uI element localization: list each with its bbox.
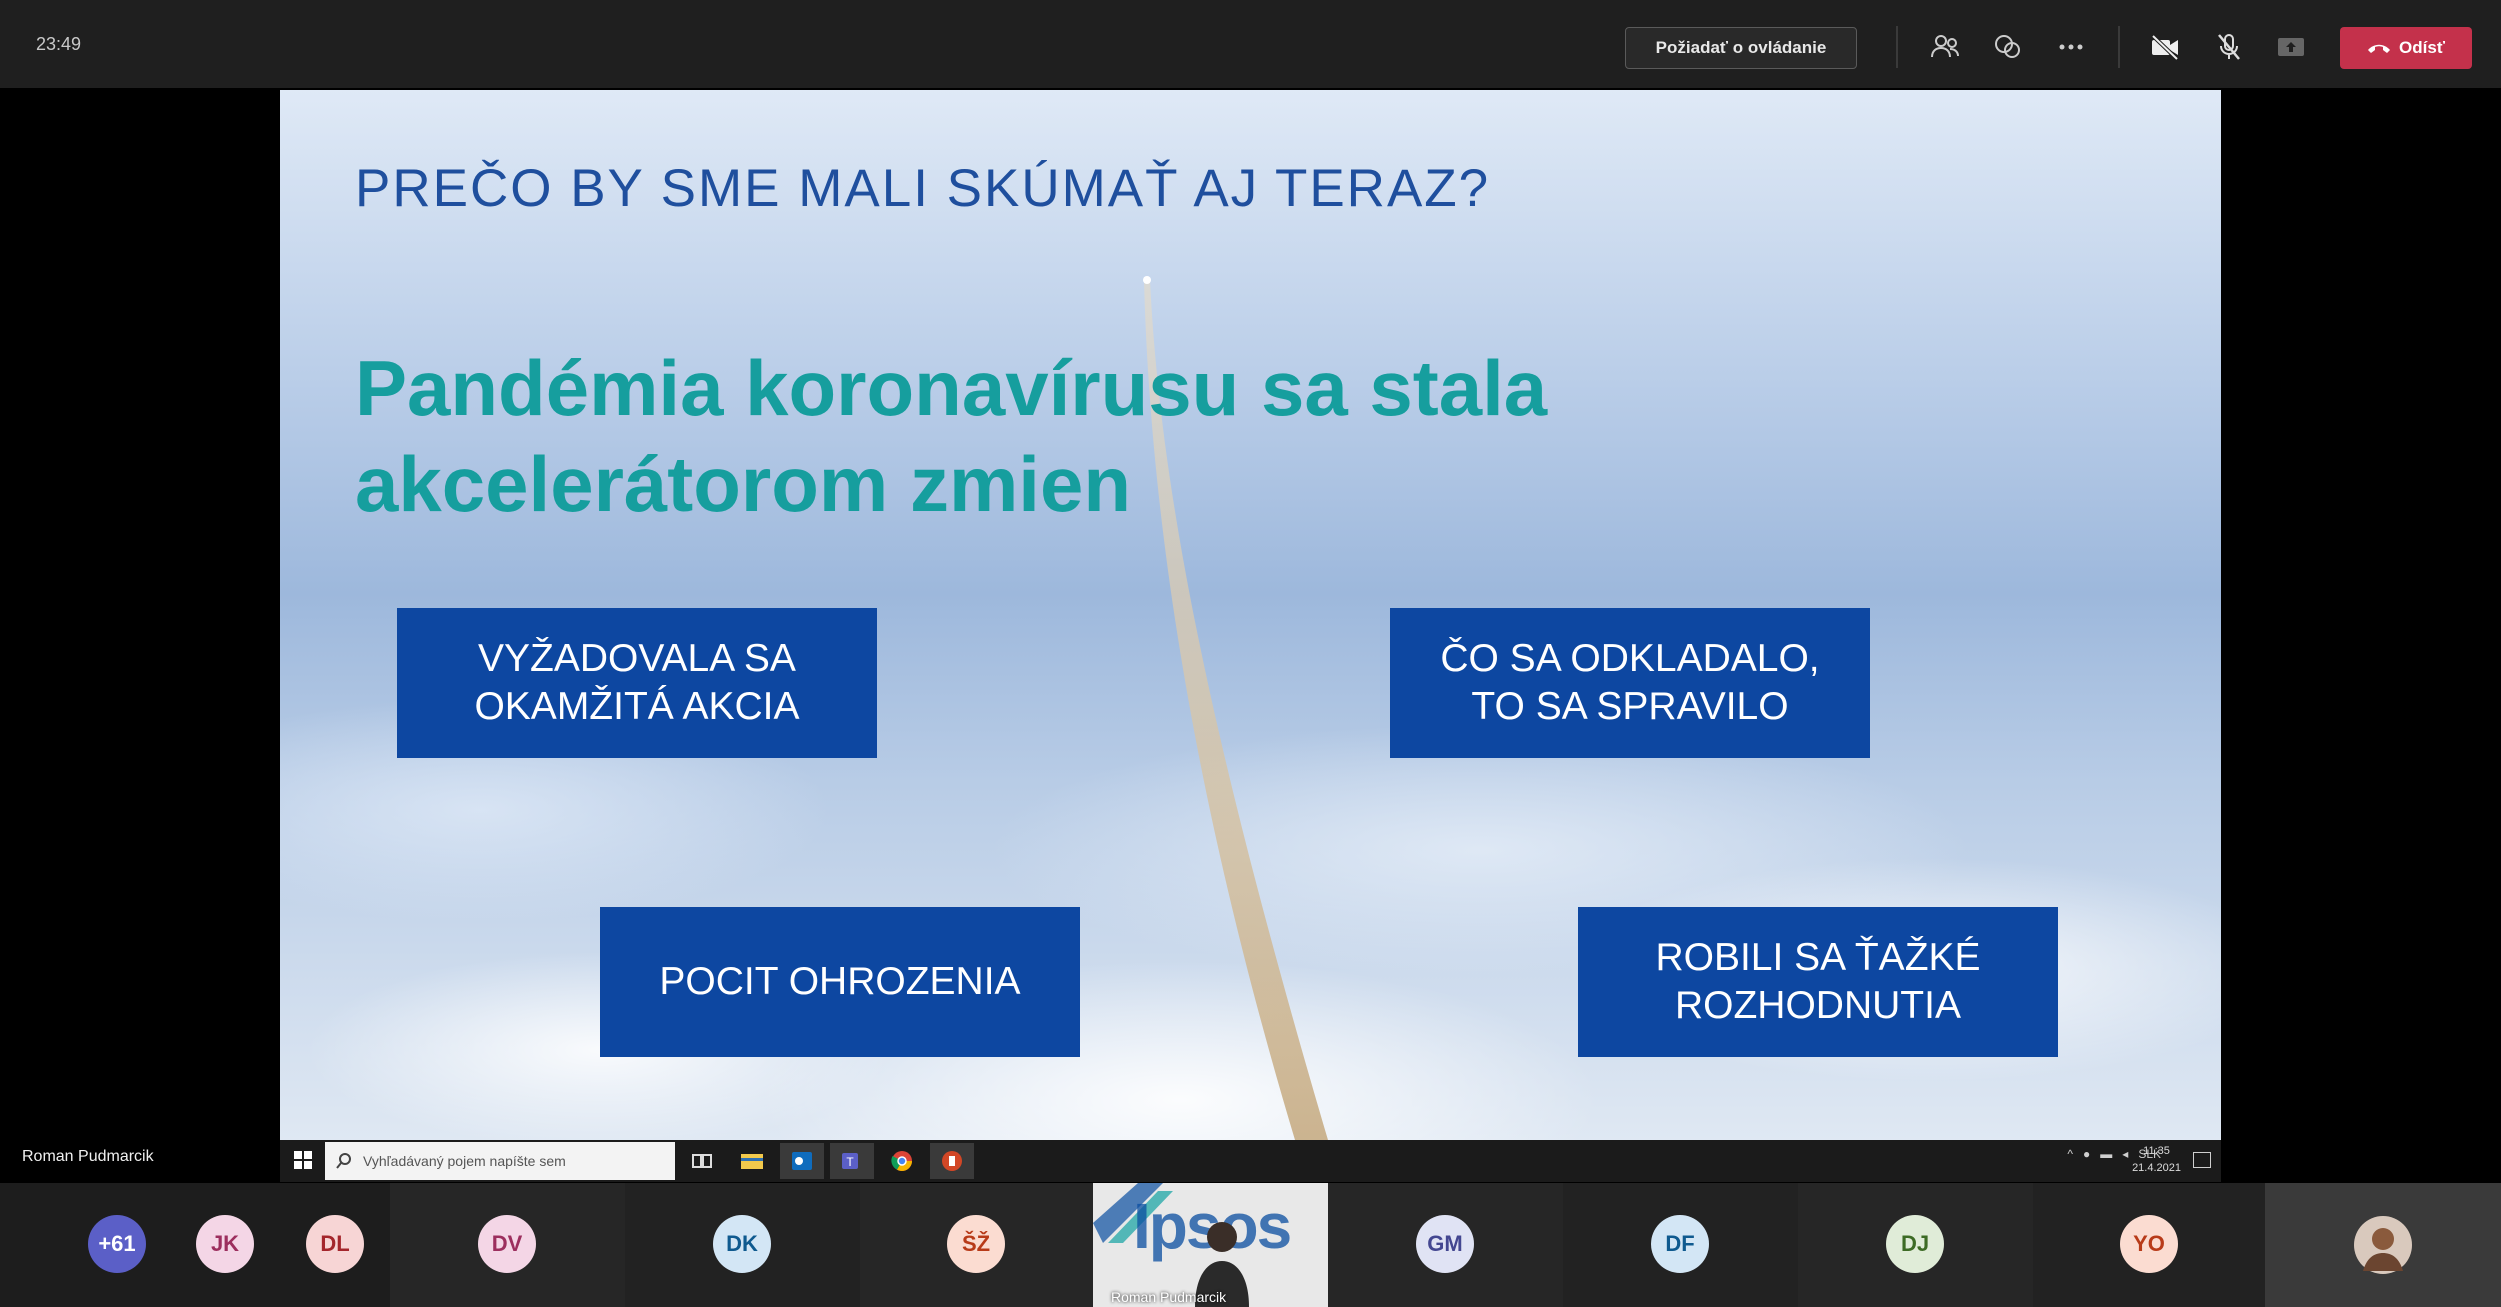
- mic-icon[interactable]: ●: [2083, 1147, 2090, 1161]
- toolbar-divider: [1896, 26, 1898, 68]
- task-view-icon[interactable]: [680, 1143, 724, 1179]
- slide-box-threat: POCIT OHROZENIA: [600, 907, 1080, 1057]
- meeting-timer: 23:49: [36, 34, 82, 54]
- presentation-slide: PREČO BY SME MALI SKÚMAŤ AJ TERAZ? Pandé…: [280, 90, 2221, 1140]
- headline-line: Pandémia koronavírusu sa stala: [355, 344, 1548, 432]
- teams-icon[interactable]: T: [830, 1143, 874, 1179]
- mic-off-icon[interactable]: [2212, 30, 2246, 64]
- slide-box-hard-decisions: ROBILI SA ŤAŽKÉ ROZHODNUTIA: [1578, 907, 2058, 1057]
- leave-label: Odísť: [2399, 38, 2445, 57]
- meeting-top-bar: 23:49 Požiadať o ovládanie Odísť: [0, 0, 2501, 88]
- slide-headline: Pandémia koronavírusu sa stala akcelerát…: [355, 340, 1547, 532]
- search-icon: [336, 1153, 351, 1169]
- box-line: VYŽADOVALA SA: [478, 637, 796, 680]
- windows-start-icon[interactable]: [294, 1151, 312, 1174]
- presenter-name-label: Roman Pudmarcik: [22, 1148, 154, 1165]
- participant-avatar[interactable]: DF: [1651, 1215, 1709, 1273]
- avatar-initials: GM: [1427, 1231, 1463, 1256]
- hang-up-icon: [2368, 44, 2391, 53]
- request-control-button[interactable]: Požiadať o ovládanie: [1625, 27, 1857, 69]
- avatar-initials: DV: [491, 1231, 523, 1256]
- avatar-initials: ŠŽ: [961, 1231, 991, 1256]
- avatar-initials: DF: [1665, 1231, 1695, 1256]
- more-options-icon[interactable]: [2054, 30, 2088, 64]
- windows-taskbar: Vyhľadávaný pojem napíšte sem T ^ ● ▬ ◂ …: [280, 1140, 2221, 1182]
- svg-text:T: T: [846, 1155, 854, 1169]
- avatar-initials: DL: [320, 1231, 350, 1256]
- box-line: TO SA SPRAVILO: [1471, 685, 1789, 728]
- box-line: ROZHODNUTIA: [1674, 984, 1961, 1027]
- clock-date: 21.4.2021: [2132, 1162, 2181, 1174]
- participant-avatar[interactable]: DJ: [1886, 1215, 1944, 1273]
- participant-avatar[interactable]: ŠŽ: [947, 1215, 1005, 1273]
- participant-avatar[interactable]: YO: [2120, 1215, 2178, 1273]
- participant-avatar[interactable]: GM: [1416, 1215, 1474, 1273]
- powerpoint-icon[interactable]: [930, 1143, 974, 1179]
- outlook-icon[interactable]: [780, 1143, 824, 1179]
- box-line: ROBILI SA ŤAŽKÉ: [1655, 936, 1981, 979]
- system-clock[interactable]: 11:35 21.4.2021: [2132, 1143, 2181, 1177]
- participants-icon[interactable]: [1928, 30, 1962, 64]
- presenter-video-tile[interactable]: Ipsos Roman Pudmarcik: [1093, 1183, 1328, 1307]
- headline-line: akcelerátorom zmien: [355, 440, 1132, 528]
- network-icon[interactable]: ▬: [2100, 1147, 2112, 1161]
- avatar-initials: JK: [210, 1231, 240, 1256]
- share-screen-icon[interactable]: [2274, 30, 2308, 64]
- box-line: POCIT OHROZENIA: [659, 960, 1021, 1003]
- box-line: ČO SA ODKLADALO,: [1440, 637, 1820, 680]
- volume-icon[interactable]: ◂: [2122, 1147, 2128, 1161]
- participant-gallery: +61 JK DL DV DK ŠŽ GM DF DJ YO Ipsos Rom…: [0, 1183, 2501, 1307]
- participant-avatar[interactable]: +61: [88, 1215, 146, 1273]
- participant-avatar[interactable]: DL: [306, 1215, 364, 1273]
- self-video-tile[interactable]: [2265, 1183, 2501, 1307]
- chat-icon[interactable]: [1991, 30, 2025, 64]
- chrome-icon[interactable]: [880, 1143, 924, 1179]
- chevron-up-icon[interactable]: ^: [2067, 1147, 2073, 1161]
- windows-search-box[interactable]: Vyhľadávaný pojem napíšte sem: [325, 1142, 675, 1180]
- avatar-initials: +61: [98, 1231, 136, 1256]
- avatar-initials: DJ: [1900, 1231, 1930, 1256]
- camera-off-icon[interactable]: [2148, 30, 2182, 64]
- leave-button[interactable]: Odísť: [2340, 27, 2472, 69]
- avatar-initials: YO: [2133, 1231, 2165, 1256]
- file-explorer-icon[interactable]: [730, 1143, 774, 1179]
- notification-icon[interactable]: [2193, 1152, 2211, 1168]
- slide-box-postponed-done: ČO SA ODKLADALO, TO SA SPRAVILO: [1390, 608, 1870, 758]
- video-tile-name: Roman Pudmarcik: [1111, 1289, 1227, 1305]
- participant-avatar[interactable]: JK: [196, 1215, 254, 1273]
- self-avatar: [2354, 1216, 2412, 1274]
- clock-time: 11:35: [2143, 1145, 2170, 1157]
- participant-avatar[interactable]: DK: [713, 1215, 771, 1273]
- slide-title: PREČO BY SME MALI SKÚMAŤ AJ TERAZ?: [355, 159, 1491, 218]
- slide-box-immediate-action: VYŽADOVALA SA OKAMŽITÁ AKCIA: [397, 608, 877, 758]
- avatar-initials: DK: [726, 1231, 758, 1256]
- participant-avatar[interactable]: DV: [478, 1215, 536, 1273]
- box-line: OKAMŽITÁ AKCIA: [474, 685, 800, 728]
- search-placeholder: Vyhľadávaný pojem napíšte sem: [363, 1153, 566, 1169]
- toolbar-divider: [2118, 26, 2120, 68]
